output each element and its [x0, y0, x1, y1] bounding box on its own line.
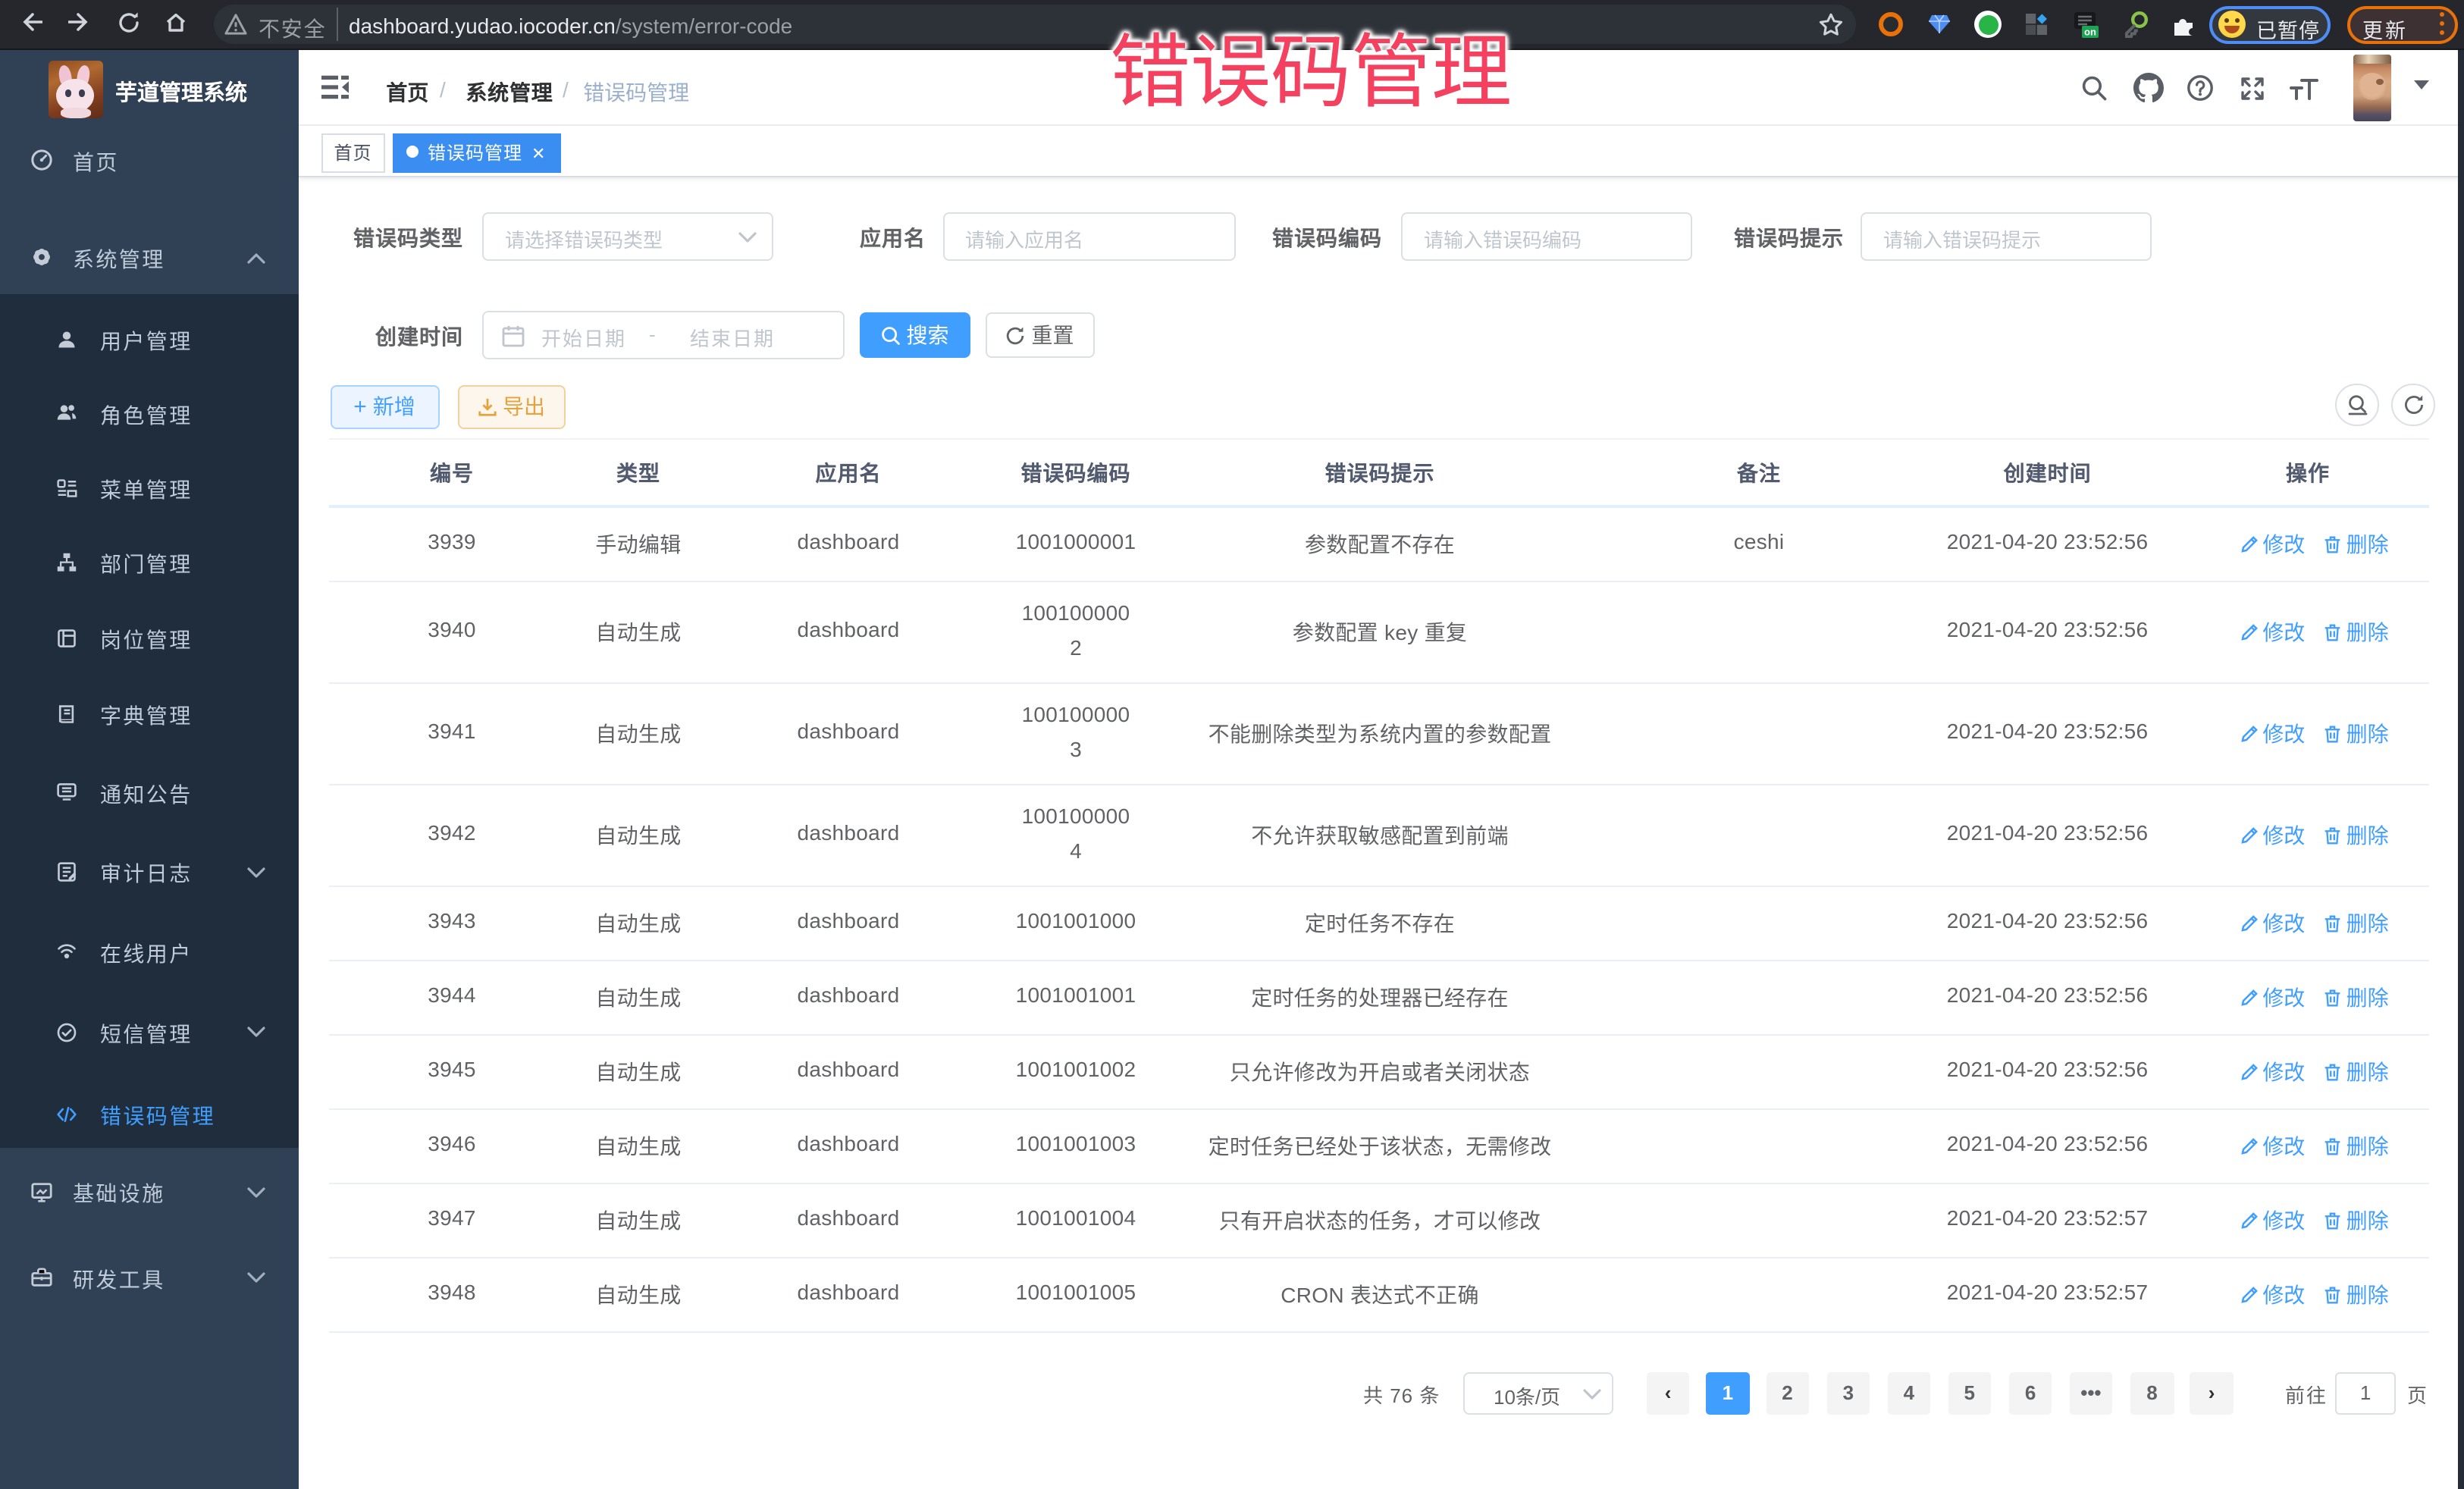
- svg-text:on: on: [2084, 26, 2096, 37]
